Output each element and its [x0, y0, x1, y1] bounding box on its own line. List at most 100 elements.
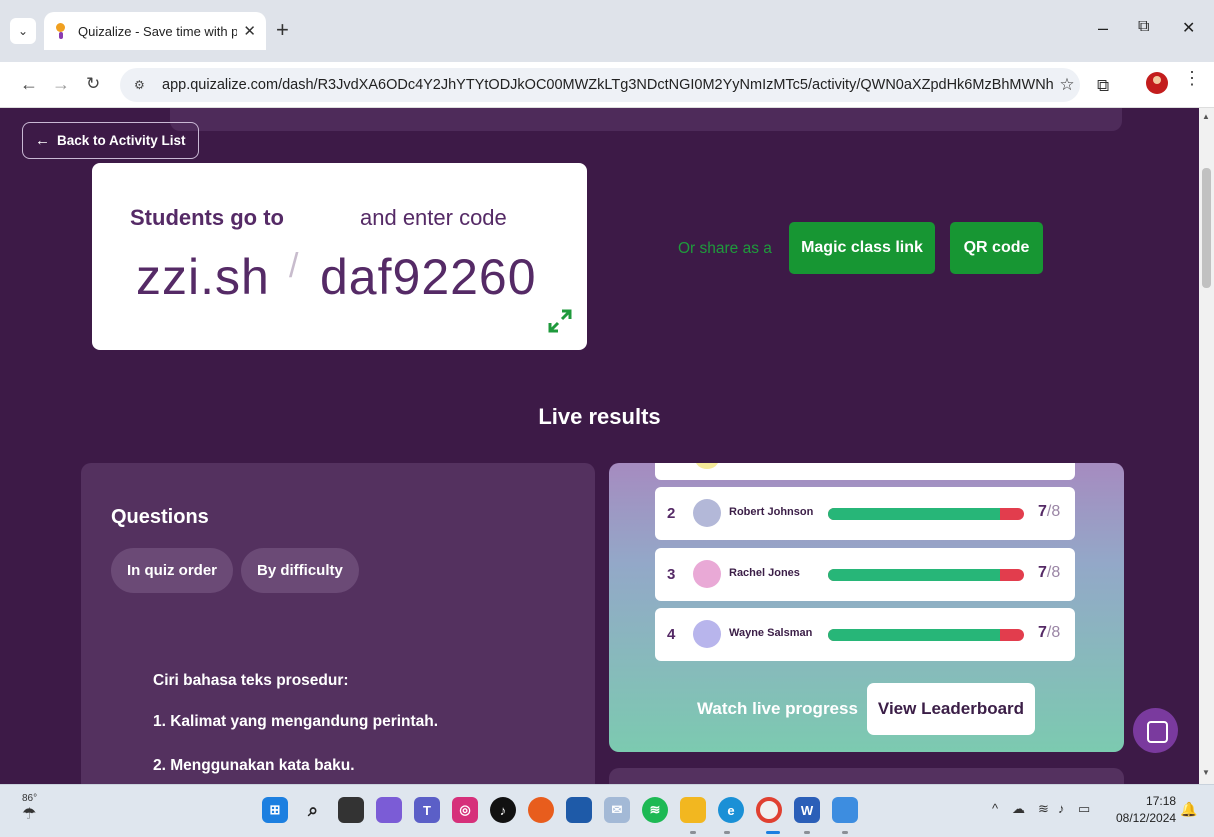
extensions-icon[interactable]: ⧉ — [1097, 76, 1109, 96]
file-explorer-icon[interactable] — [680, 797, 706, 823]
divider-slash: / — [289, 247, 299, 285]
tab-search-button[interactable]: ⌄ — [10, 18, 36, 44]
onedrive-icon[interactable]: ☁ — [1012, 801, 1025, 817]
browser-tab[interactable]: Quizalize - Save time with perso ✕ — [44, 12, 266, 50]
url-omnibox[interactable]: ⚙ app.quizalize.com/dash/R3JvdXA6ODc4Y2J… — [120, 68, 1080, 102]
score-total: /8 — [1046, 624, 1061, 641]
magic-class-link-button[interactable]: Magic class link — [789, 222, 935, 274]
teams-icon[interactable]: T — [414, 797, 440, 823]
mail-icon[interactable]: ✉ — [604, 797, 630, 823]
progress-fill — [828, 629, 1001, 641]
question-text-line: 2. Menggunakan kata baku. — [153, 757, 355, 774]
watch-live-progress-label: Watch live progress — [697, 699, 858, 718]
spotify-icon[interactable]: ≋ — [642, 797, 668, 823]
progress-bar — [828, 629, 1024, 641]
back-nav-icon[interactable]: ← — [20, 74, 38, 95]
scroll-up-icon[interactable]: ▲ — [1202, 112, 1210, 121]
umbrella-icon: ☂ — [22, 806, 37, 823]
score-value: 7 — [1038, 564, 1047, 581]
chrome-icon[interactable] — [756, 797, 782, 823]
rank: 2 — [667, 505, 676, 522]
wifi-icon[interactable]: ≋ — [1038, 801, 1049, 817]
back-to-activity-list-button[interactable]: ← Back to Activity List — [22, 122, 199, 159]
view-leaderboard-button[interactable]: View Leaderboard — [867, 683, 1035, 735]
clock-time: 17:18 — [1146, 794, 1177, 808]
system-clock[interactable]: 17:18 08/12/2024 — [1116, 793, 1176, 827]
question-text-line: Ciri bahasa teks prosedur: — [153, 672, 349, 689]
next-panel — [609, 768, 1124, 784]
by-difficulty-pill[interactable]: By difficulty — [241, 548, 359, 593]
tiktok-icon[interactable]: ♪ — [490, 797, 516, 823]
leaderboard-panel: 2 Robert Johnson 7/8 3 Rachel Jones 7/8 … — [609, 463, 1124, 752]
scroll-down-icon[interactable]: ▼ — [1202, 768, 1210, 777]
avatar — [693, 560, 721, 588]
copilot-icon[interactable] — [376, 797, 402, 823]
notification-bell-icon[interactable]: 🔔 — [1180, 801, 1197, 818]
leaderboard-row: 2 Robert Johnson 7/8 — [655, 487, 1075, 540]
running-app-indicator — [804, 831, 810, 834]
page-scrollbar[interactable]: ▲ ▼ — [1199, 108, 1214, 784]
qr-code-button[interactable]: QR code — [950, 222, 1043, 274]
task-view-icon[interactable] — [338, 797, 364, 823]
page-content: ← Back to Activity List Students go to a… — [0, 108, 1199, 784]
avatar — [695, 463, 719, 469]
site-info-icon[interactable]: ⚙ — [134, 78, 152, 92]
forward-nav-icon[interactable]: → — [52, 74, 70, 95]
battery-icon[interactable]: ▭ — [1078, 801, 1090, 817]
quizalize-favicon-icon — [54, 23, 68, 39]
leaderboard-row: 3 Rachel Jones 7/8 — [655, 548, 1075, 601]
restore-button[interactable]: ⧉ — [1138, 18, 1149, 36]
question-text-line: 1. Kalimat yang mengandung perintah. — [153, 713, 439, 730]
expand-icon[interactable] — [547, 308, 573, 334]
questions-heading: Questions — [111, 506, 209, 528]
active-app-indicator — [766, 831, 780, 834]
avatar — [693, 499, 721, 527]
firefox-icon[interactable] — [528, 797, 554, 823]
search-icon[interactable]: ⌕ — [300, 797, 326, 823]
tab-close-icon[interactable]: ✕ — [243, 22, 256, 40]
join-code: daf92260 — [320, 249, 537, 305]
score: 7/8 — [1038, 624, 1060, 642]
progress-fill — [828, 569, 1001, 581]
profile-avatar-icon[interactable] — [1146, 72, 1168, 94]
scroll-thumb[interactable] — [1202, 168, 1211, 288]
url-text[interactable]: app.quizalize.com/dash/R3JvdXA6ODc4Y2JhY… — [162, 77, 1054, 93]
students-go-to-label: Students go to — [130, 205, 284, 230]
word-icon[interactable]: W — [794, 797, 820, 823]
back-button-label: Back to Activity List — [57, 133, 186, 148]
score-total: /8 — [1046, 503, 1061, 520]
score: 7/8 — [1038, 503, 1060, 521]
arrow-left-icon: ← — [35, 132, 50, 149]
store-icon[interactable] — [566, 797, 592, 823]
photos-icon[interactable] — [832, 797, 858, 823]
student-name: Wayne Salsman — [729, 627, 813, 639]
tab-title: Quizalize - Save time with perso — [78, 23, 238, 39]
volume-icon[interactable]: ♪ — [1058, 801, 1065, 816]
browser-menu-icon[interactable]: ⋮ — [1183, 68, 1201, 89]
close-window-button[interactable]: ✕ — [1182, 18, 1195, 38]
running-app-indicator — [842, 831, 848, 834]
in-quiz-order-pill[interactable]: In quiz order — [111, 548, 233, 593]
student-name: Robert Johnson — [729, 506, 814, 518]
edge-icon[interactable]: e — [718, 797, 744, 823]
weather-temp: 86° — [22, 793, 38, 804]
score: 7/8 — [1038, 564, 1060, 582]
new-tab-button[interactable]: + — [276, 18, 289, 42]
progress-bar — [828, 508, 1024, 520]
student-name: Rachel Jones — [729, 567, 800, 579]
header-card-bottom — [170, 108, 1122, 131]
reload-icon[interactable]: ↻ — [86, 74, 100, 94]
weather-widget[interactable]: 86° ☂ — [22, 793, 37, 824]
chat-support-icon[interactable] — [1133, 708, 1178, 753]
minimize-button[interactable]: – — [1098, 18, 1108, 39]
instagram-icon[interactable]: ◎ — [452, 797, 478, 823]
start-button-icon[interactable]: ⊞ — [262, 797, 288, 823]
progress-fill — [828, 508, 1001, 520]
join-code-card: Students go to and enter code zzi.sh / d… — [92, 163, 587, 350]
score-total: /8 — [1046, 564, 1061, 581]
leaderboard-row: 4 Wayne Salsman 7/8 — [655, 608, 1075, 661]
avatar — [693, 620, 721, 648]
score-value: 7 — [1038, 503, 1047, 520]
tray-overflow-icon[interactable]: ^ — [992, 801, 998, 816]
bookmark-star-icon[interactable]: ☆ — [1054, 75, 1080, 95]
